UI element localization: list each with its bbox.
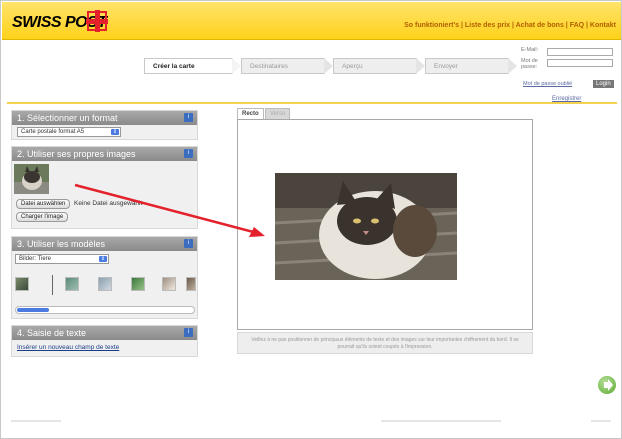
arrow-right-icon xyxy=(604,379,613,391)
footer-divider xyxy=(591,420,611,422)
footer-divider xyxy=(381,420,501,422)
footer-divider xyxy=(11,420,61,422)
next-button[interactable] xyxy=(598,376,616,394)
red-arrow-annotation xyxy=(74,183,265,237)
app-window: SWISS POST So funktioniert's | Liste des… xyxy=(0,0,622,439)
